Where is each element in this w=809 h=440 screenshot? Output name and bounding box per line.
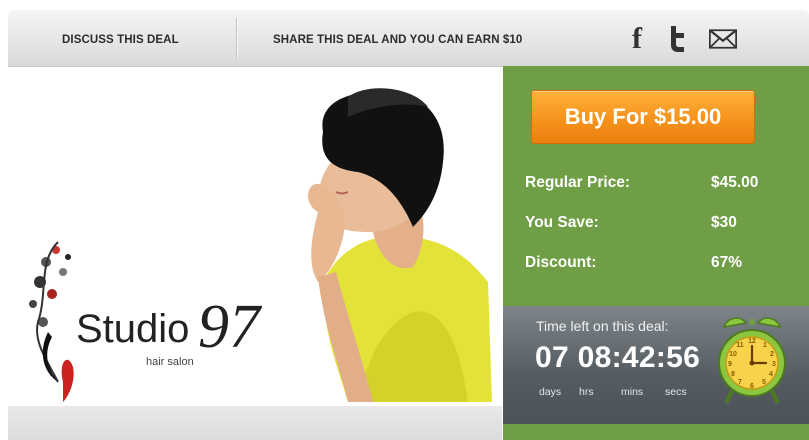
svg-text:12: 12 xyxy=(748,338,756,345)
svg-text:11: 11 xyxy=(736,342,744,349)
brand-logo-text: Studio xyxy=(76,307,189,351)
image-footer-bar xyxy=(8,406,502,440)
regular-price-row: Regular Price: $45.00 xyxy=(525,174,758,192)
svg-text:3: 3 xyxy=(772,361,776,368)
you-save-label: You Save: xyxy=(525,214,599,231)
brand-logo-tagline: hair salon xyxy=(146,356,194,368)
buy-button[interactable]: Buy For $15.00 xyxy=(531,90,755,144)
svg-text:9: 9 xyxy=(728,361,732,368)
alarm-clock-icon: 12 1 2 3 4 5 6 7 8 9 10 11 xyxy=(716,313,788,418)
deal-toolbar: DISCUSS THIS DEAL SHARE THIS DEAL AND YO… xyxy=(8,10,809,67)
svg-text:4: 4 xyxy=(769,371,773,378)
svg-text:6: 6 xyxy=(750,383,754,390)
unit-hrs: hrs xyxy=(579,386,594,398)
regular-price-label: Regular Price: xyxy=(525,174,631,191)
deal-image: Studio 97 hair salon xyxy=(18,82,492,402)
share-deal-link[interactable]: SHARE THIS DEAL AND YOU CAN EARN $10 xyxy=(273,10,522,66)
panel-footer-strip xyxy=(503,424,809,440)
floral-ornament xyxy=(29,241,74,402)
svg-text:8: 8 xyxy=(731,371,735,378)
facebook-icon[interactable]: f xyxy=(623,22,651,56)
price-panel: Buy For $15.00 Regular Price: $45.00 You… xyxy=(503,66,809,306)
svg-text:1: 1 xyxy=(763,342,767,349)
toolbar-divider xyxy=(236,18,238,58)
discount-label: Discount: xyxy=(525,254,597,271)
you-save-value: $30 xyxy=(711,214,737,231)
discount-value: 67% xyxy=(711,254,743,271)
discount-row: Discount: 67% xyxy=(525,254,742,272)
brand-logo-number: 97 xyxy=(198,293,263,361)
countdown-label: Time left on this deal: xyxy=(536,318,669,334)
unit-secs: secs xyxy=(665,386,687,398)
svg-text:5: 5 xyxy=(762,379,766,386)
salon-photo: Studio 97 hair salon xyxy=(29,88,492,402)
unit-mins: mins xyxy=(621,386,644,398)
svg-text:10: 10 xyxy=(729,351,737,358)
discuss-deal-link[interactable]: DISCUSS THIS DEAL xyxy=(62,10,179,66)
twitter-icon[interactable] xyxy=(663,22,691,56)
you-save-row: You Save: $30 xyxy=(525,214,737,232)
unit-days: days xyxy=(539,386,562,398)
svg-text:2: 2 xyxy=(770,351,774,358)
countdown-value: 07 08:42:56 xyxy=(535,341,701,374)
regular-price-value: $45.00 xyxy=(711,174,759,191)
svg-text:7: 7 xyxy=(738,379,742,386)
email-icon[interactable] xyxy=(709,22,737,56)
